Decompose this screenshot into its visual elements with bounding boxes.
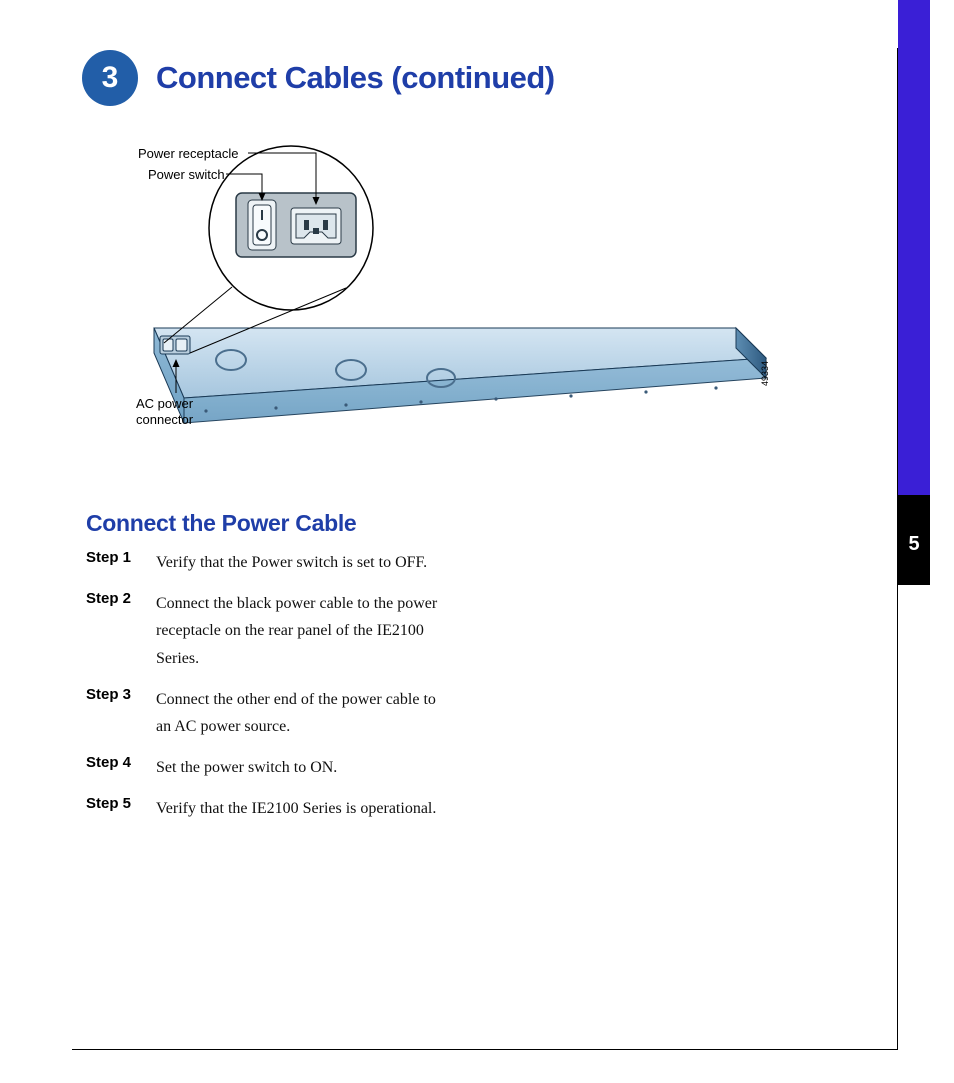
step-label: Step 5	[86, 795, 156, 836]
step-text: Connect the other end of the power cable…	[156, 686, 446, 754]
step-row: Step 2 Connect the black power cable to …	[86, 590, 446, 686]
page-right-rule	[897, 48, 898, 1050]
step-label: Step 1	[86, 549, 156, 590]
side-tab-page-number: 5	[898, 495, 930, 585]
step-number-badge: 3	[82, 50, 138, 106]
step-label: Step 4	[86, 754, 156, 795]
steps-table: Step 1 Verify that the Power switch is s…	[86, 549, 446, 837]
page-bottom-rule	[72, 1049, 898, 1050]
front-power-module	[160, 336, 190, 354]
step-text: Verify that the IE2100 Series is operati…	[156, 795, 446, 836]
power-receptacle-icon	[291, 208, 341, 244]
document-page: 5 3 Connect Cables (continued)	[0, 0, 954, 1083]
power-switch-icon	[248, 200, 276, 250]
step-text: Connect the black power cable to the pow…	[156, 590, 446, 686]
magnified-power-panel	[236, 193, 356, 257]
label-power-receptacle: Power receptacle	[138, 146, 238, 162]
side-tab-page-number-text: 5	[898, 495, 930, 556]
section-title: Connect Cables (continued)	[156, 60, 555, 96]
step-text: Verify that the Power switch is set to O…	[156, 549, 446, 590]
section-header: 3 Connect Cables (continued)	[82, 50, 555, 106]
figure-number: 49334	[760, 361, 770, 386]
label-power-switch: Power switch	[148, 167, 225, 183]
side-tab-blue	[898, 0, 930, 495]
step-row: Step 4 Set the power switch to ON.	[86, 754, 446, 795]
label-ac-power-connector: AC power connector	[136, 396, 193, 429]
step-label: Step 2	[86, 590, 156, 686]
step-row: Step 1 Verify that the Power switch is s…	[86, 549, 446, 590]
instructions-block: Connect the Power Cable Step 1 Verify th…	[86, 510, 446, 837]
subsection-heading: Connect the Power Cable	[86, 510, 446, 537]
device-diagram-svg: 49334	[136, 138, 776, 438]
step-label: Step 3	[86, 686, 156, 754]
step-row: Step 3 Connect the other end of the powe…	[86, 686, 446, 754]
device-diagram: 49334 Power receptacle Power switch AC p…	[136, 138, 776, 438]
step-number-badge-text: 3	[102, 61, 119, 95]
step-row: Step 5 Verify that the IE2100 Series is …	[86, 795, 446, 836]
step-text: Set the power switch to ON.	[156, 754, 446, 795]
